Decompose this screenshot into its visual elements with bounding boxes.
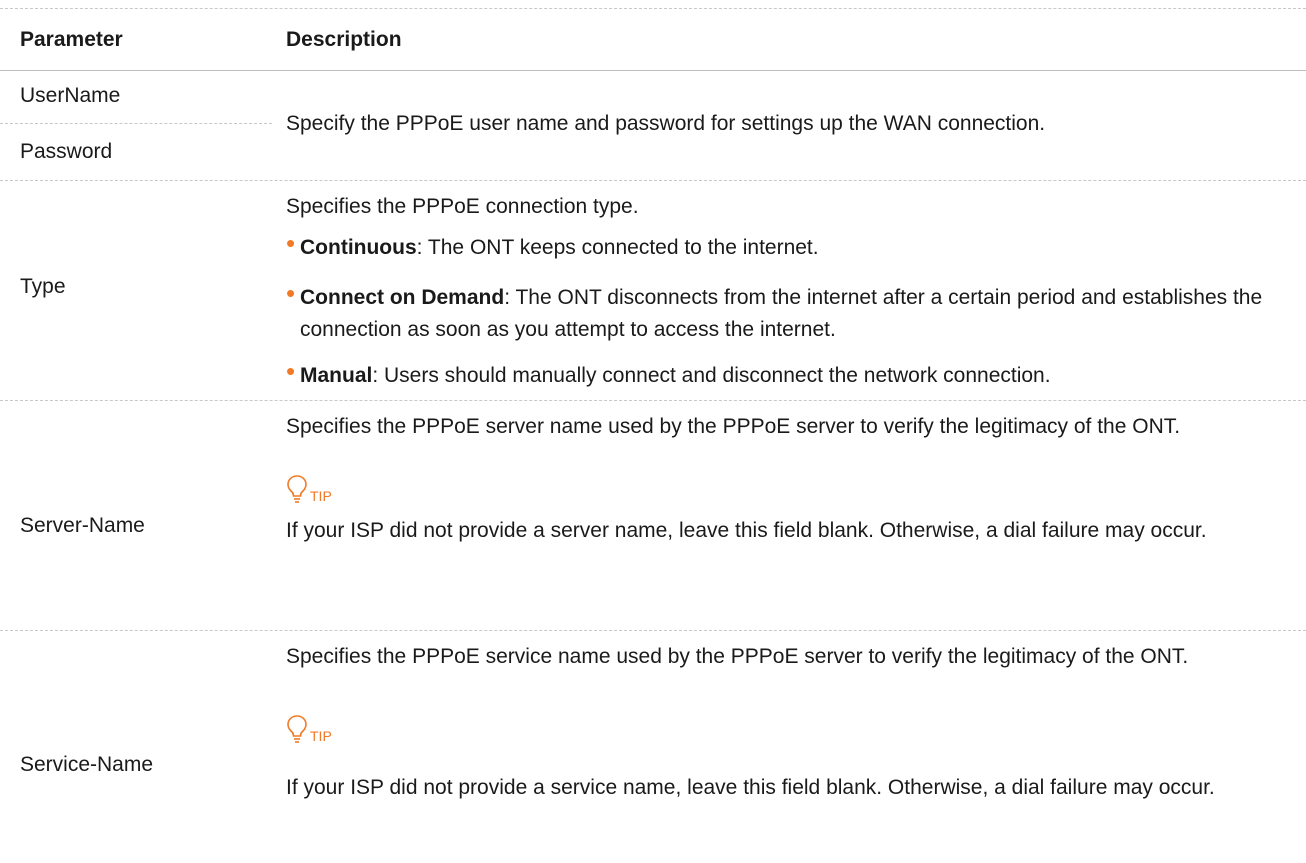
param-server-name: Server-Name: [20, 514, 145, 537]
service-name-description: Specifies the PPPoE service name used by…: [286, 645, 1189, 668]
bullet-dot: •: [286, 356, 296, 386]
bullet-dot: •: [286, 278, 296, 308]
bullet-text: : The ONT keeps connected to the interne…: [416, 236, 819, 259]
param-password: Password: [20, 140, 113, 163]
row-divider: [0, 123, 272, 124]
header-parameter: Parameter: [20, 28, 123, 51]
tip-label: TIP: [310, 728, 332, 744]
row-divider: [0, 630, 1306, 631]
header-description: Description: [286, 28, 402, 51]
table-top-border: [0, 8, 1306, 9]
param-username: UserName: [20, 84, 121, 107]
credentials-description: Specify the PPPoE user name and password…: [286, 112, 1046, 135]
bullet-term: Continuous: [300, 236, 417, 259]
lightbulb-icon: [287, 715, 307, 743]
bullet-term: Manual: [300, 364, 373, 387]
param-service-name: Service-Name: [20, 753, 154, 776]
server-name-description: Specifies the PPPoE server name used by …: [286, 415, 1181, 438]
header-divider: [0, 70, 1306, 71]
type-intro: Specifies the PPPoE connection type.: [286, 195, 639, 218]
tip-label: TIP: [310, 488, 332, 504]
bullet-term: Connect on Demand: [300, 286, 505, 309]
param-type: Type: [20, 275, 66, 298]
bullet-text: : Users should manually connect and disc…: [372, 364, 1051, 387]
row-divider: [0, 400, 1306, 401]
server-name-tip-text: If your ISP did not provide a server nam…: [286, 519, 1207, 542]
bullet-dot: •: [286, 228, 296, 258]
service-name-tip-text: If your ISP did not provide a service na…: [286, 776, 1215, 799]
row-divider: [0, 180, 1306, 181]
lightbulb-icon: [287, 475, 307, 503]
